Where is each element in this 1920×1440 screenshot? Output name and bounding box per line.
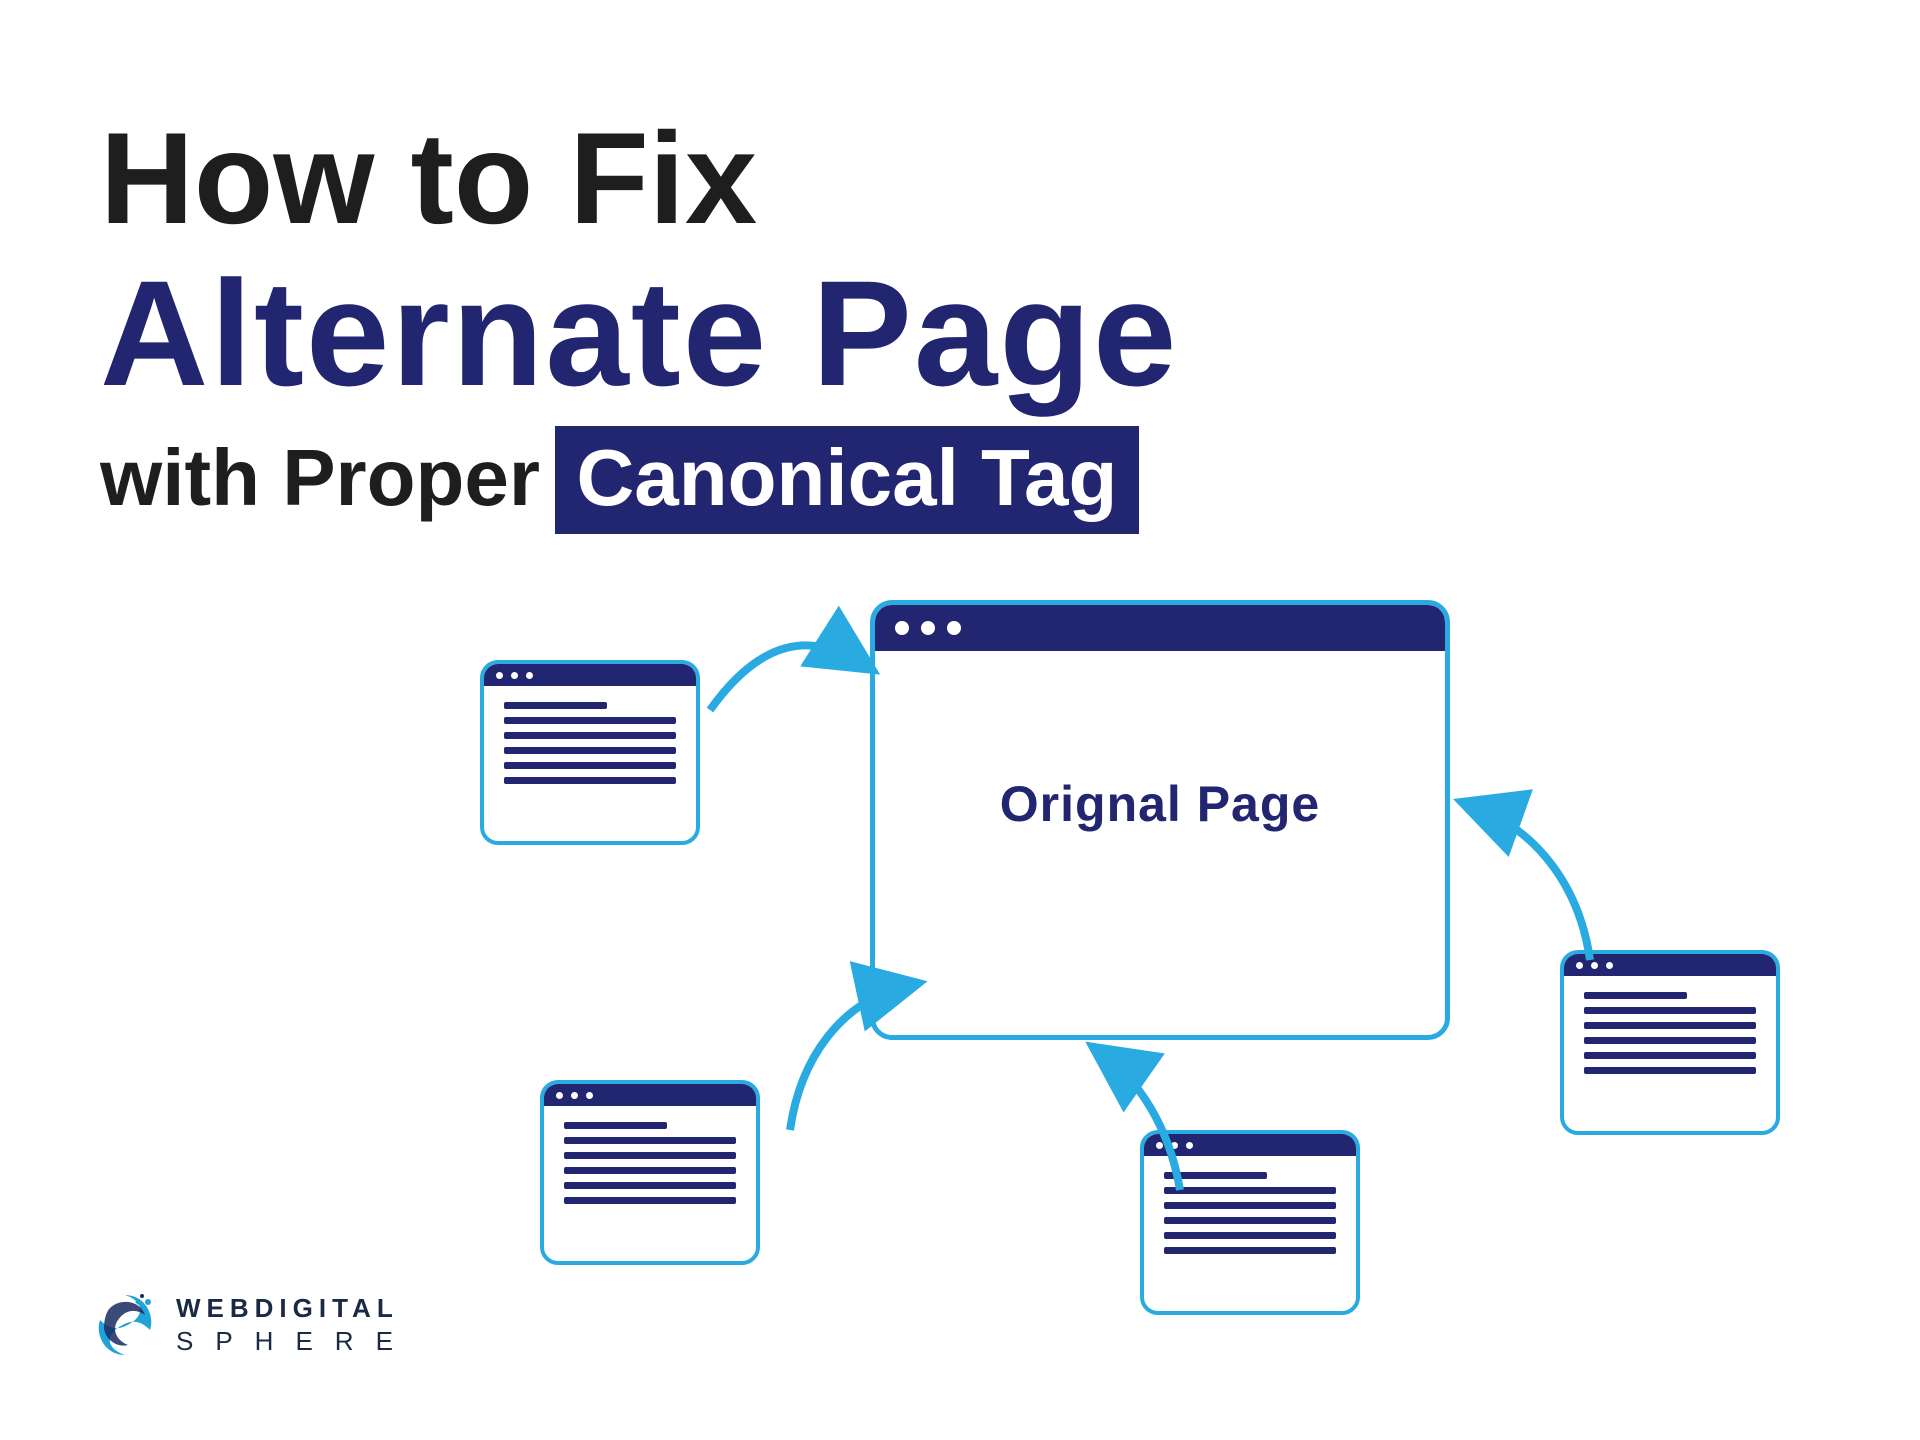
window-titlebar — [484, 664, 696, 686]
window-dot-icon — [921, 621, 935, 635]
arrow-icon — [1050, 1040, 1210, 1200]
diagram-canvas: How to Fix Alternate Page with Proper Ca… — [0, 0, 1920, 1440]
window-titlebar — [875, 605, 1445, 651]
title-line-3-plain: with Proper — [100, 433, 540, 522]
text-lines-icon — [1584, 992, 1756, 1074]
text-lines-icon — [564, 1122, 736, 1204]
logo-text: WEBDIGITAL SPHERE — [176, 1293, 415, 1357]
arrow-icon — [700, 620, 880, 740]
window-dot-icon — [586, 1092, 593, 1099]
logo-mark-icon — [90, 1290, 160, 1360]
title-line-2: Alternate Page — [100, 255, 1178, 413]
alternate-page-window — [1560, 950, 1780, 1135]
window-body — [484, 686, 696, 800]
window-dot-icon — [556, 1092, 563, 1099]
title-line-3-highlight: Canonical Tag — [555, 426, 1140, 534]
alternate-page-window — [540, 1080, 760, 1265]
title-block: How to Fix Alternate Page with Proper Ca… — [100, 110, 1178, 534]
window-dot-icon — [947, 621, 961, 635]
original-page-label: Orignal Page — [875, 775, 1445, 833]
text-lines-icon — [504, 702, 676, 784]
window-body — [1564, 976, 1776, 1090]
window-body — [544, 1106, 756, 1220]
alternate-page-window — [480, 660, 700, 845]
arrow-icon — [1430, 790, 1610, 970]
window-dot-icon — [496, 672, 503, 679]
window-dot-icon — [511, 672, 518, 679]
window-dot-icon — [526, 672, 533, 679]
brand-logo: WEBDIGITAL SPHERE — [90, 1290, 415, 1360]
window-titlebar — [544, 1084, 756, 1106]
title-line-3: with Proper Canonical Tag — [100, 426, 1178, 534]
original-page-window: Orignal Page — [870, 600, 1450, 1040]
logo-text-bottom: SPHERE — [176, 1326, 415, 1357]
title-line-1: How to Fix — [100, 110, 1178, 247]
arrow-icon — [770, 970, 940, 1140]
window-dot-icon — [571, 1092, 578, 1099]
window-dot-icon — [895, 621, 909, 635]
logo-text-top: WEBDIGITAL — [176, 1293, 415, 1324]
